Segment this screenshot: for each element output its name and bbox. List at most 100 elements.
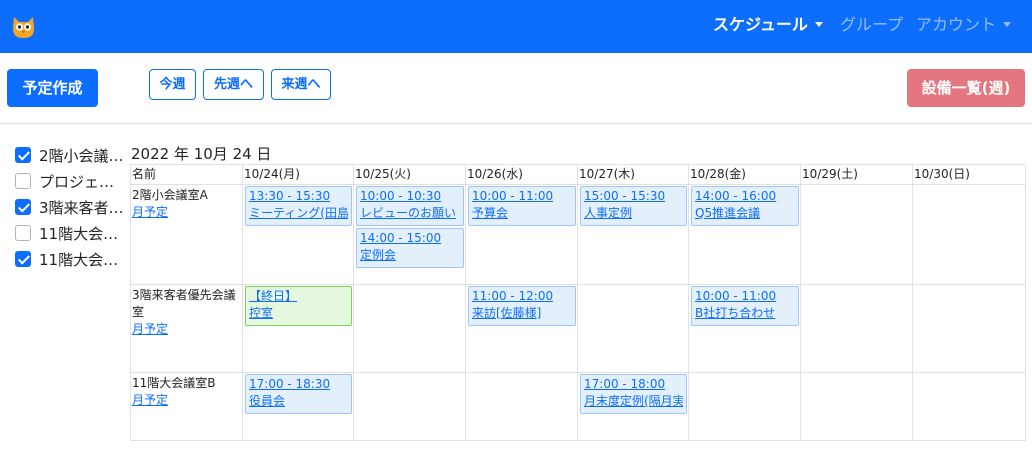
event-title: 予算会 [472,206,509,220]
event-time: 10:00 - 11:00 [695,289,777,303]
name-column-header: 名前 [130,164,243,185]
event-title: Q5推進会議 [695,206,761,220]
room-filter-label: 11階大会議室A [39,224,127,243]
room-row: 11階大会議室B 月予定 17:00 - 18:30 役員会 17:00 - 18:00… [130,372,1026,441]
day-cell[interactable] [912,184,1026,285]
day-cell[interactable] [912,372,1026,441]
event-time: 10:00 - 11:00 [472,189,554,203]
event-item[interactable]: 14:00 - 16:00 Q5推進会議 [691,186,799,226]
event-title: ミーティング(田島 [249,206,348,220]
room-checkbox[interactable] [15,225,31,241]
room-filter-label: 3階来客者優先会議室 [39,198,127,217]
previous-week-button[interactable]: 先週へ [203,69,264,100]
month-schedule-link[interactable]: 月予定 [132,204,241,221]
day-column-header: 10/28(金) [688,164,801,185]
day-cell[interactable] [353,372,466,441]
day-cell-content: 11:00 - 12:00 来訪[佐藤様] [466,285,577,326]
event-item[interactable]: 【終日】 控室 [245,286,352,326]
event-title: 控室 [249,306,274,320]
day-column-header: 10/25(火) [353,164,466,185]
event-time: 17:00 - 18:00 [584,377,666,391]
event-time: 14:00 - 16:00 [695,189,777,203]
day-cell[interactable]: 10:00 - 10:30 レビューのお願い 14:00 - 15:00 定例会 [353,184,466,285]
day-cell-content: 10:00 - 10:30 レビューのお願い 14:00 - 15:00 定例会 [354,185,465,268]
day-cell-content [801,185,912,186]
day-cell[interactable]: 14:00 - 16:00 Q5推進会議 [688,184,801,285]
day-cell-content: 17:00 - 18:00 月末度定例(隔月実 [578,373,688,414]
owl-logo-icon[interactable] [11,15,36,39]
day-cell-content [354,285,465,286]
event-item[interactable]: 11:00 - 12:00 来訪[佐藤様] [468,286,576,326]
create-event-button[interactable]: 予定作成 [7,69,98,107]
top-navbar: スケジュール グループ アカウント [0,0,1032,53]
calendar-title: 2022 年 10月 24 日 [131,145,272,163]
event-title: 役員会 [249,394,286,408]
day-cell[interactable]: 11:00 - 12:00 来訪[佐藤様] [465,284,578,373]
event-item[interactable]: 10:00 - 11:00 B社打ち合わせ [691,286,799,326]
nav-schedule-dropdown[interactable]: スケジュール [713,14,823,36]
equipment-list-button[interactable]: 設備一覧(週) [907,69,1025,107]
event-item[interactable]: 10:00 - 10:30 レビューのお願い [356,186,464,226]
day-cell-content [913,185,1025,186]
event-title: 月末度定例(隔月実 [584,394,683,408]
room-filter-item[interactable]: 11階大会議室B [15,246,127,272]
day-cell-content [801,285,912,286]
room-checkbox[interactable] [15,147,31,163]
room-filter-list: 2階小会議室A プロジェクトルーム 3階来客者優先会議室 11階大会議室A 11階大会議… [15,142,127,272]
event-title: 来訪[佐藤様] [472,306,542,320]
day-cell-content [689,373,800,374]
room-name-cell: 2階小会議室A 月予定 [130,184,243,285]
day-cell[interactable] [800,284,913,373]
day-cell[interactable]: 17:00 - 18:30 役員会 [242,372,354,441]
day-cell-content [913,373,1025,374]
day-cell[interactable] [465,372,578,441]
day-cell[interactable]: 17:00 - 18:00 月末度定例(隔月実 [577,372,689,441]
day-cell-content: 14:00 - 16:00 Q5推進会議 [689,185,800,226]
this-week-button[interactable]: 今週 [149,69,196,100]
day-cell[interactable] [800,372,913,441]
month-schedule-link[interactable]: 月予定 [132,321,241,338]
event-item[interactable]: 17:00 - 18:30 役員会 [245,374,352,414]
room-filter-label: 2階小会議室A [39,146,127,165]
day-column-header: 10/26(水) [465,164,578,185]
room-filter-item[interactable]: プロジェクトルーム [15,168,127,194]
room-checkbox[interactable] [15,199,31,215]
event-item[interactable]: 13:30 - 15:30 ミーティング(田島 [245,186,352,226]
nav-account-label: アカウント [916,15,997,34]
event-item[interactable]: 10:00 - 11:00 予算会 [468,186,576,226]
day-cell-content: 【終日】 控室 [243,285,353,326]
day-cell-content: 17:00 - 18:30 役員会 [243,373,353,414]
next-week-button[interactable]: 来週へ [271,69,331,100]
day-cell[interactable] [800,184,913,285]
nav-account-dropdown[interactable]: アカウント [916,14,1012,36]
event-item[interactable]: 17:00 - 18:00 月末度定例(隔月実 [580,374,687,414]
day-cell[interactable]: 10:00 - 11:00 B社打ち合わせ [688,284,801,373]
room-filter-label: 11階大会議室B [39,250,127,269]
nav-group-link[interactable]: グループ [840,14,903,36]
day-column-header: 10/30(日) [912,164,1026,185]
room-filter-item[interactable]: 11階大会議室A [15,220,127,246]
room-checkbox[interactable] [15,251,31,267]
room-filter-item[interactable]: 2階小会議室A [15,142,127,168]
day-cell[interactable]: 10:00 - 11:00 予算会 [465,184,578,285]
day-cell-content: 10:00 - 11:00 予算会 [466,185,577,226]
room-row: 2階小会議室A 月予定 13:30 - 15:30 ミーティング(田島 10:00 - … [130,184,1026,285]
day-cell[interactable]: 13:30 - 15:30 ミーティング(田島 [242,184,354,285]
day-cell[interactable] [912,284,1026,373]
event-item[interactable]: 15:00 - 15:30 人事定例 [580,186,687,226]
room-filter-item[interactable]: 3階来客者優先会議室 [15,194,127,220]
day-cell[interactable]: 15:00 - 15:30 人事定例 [577,184,689,285]
day-column-header: 10/27(木) [577,164,689,185]
day-cell[interactable]: 【終日】 控室 [242,284,354,373]
day-cell[interactable] [688,372,801,441]
room-filter-label: プロジェクトルーム [39,172,127,191]
event-item[interactable]: 14:00 - 15:00 定例会 [356,228,464,268]
day-cell[interactable] [577,284,689,373]
event-time: 17:00 - 18:30 [249,377,331,391]
day-cell[interactable] [353,284,466,373]
room-checkbox[interactable] [15,173,31,189]
event-title: 定例会 [360,248,397,262]
event-title: 人事定例 [584,206,633,220]
toolbar-divider [0,123,1032,124]
month-schedule-link[interactable]: 月予定 [132,392,241,409]
